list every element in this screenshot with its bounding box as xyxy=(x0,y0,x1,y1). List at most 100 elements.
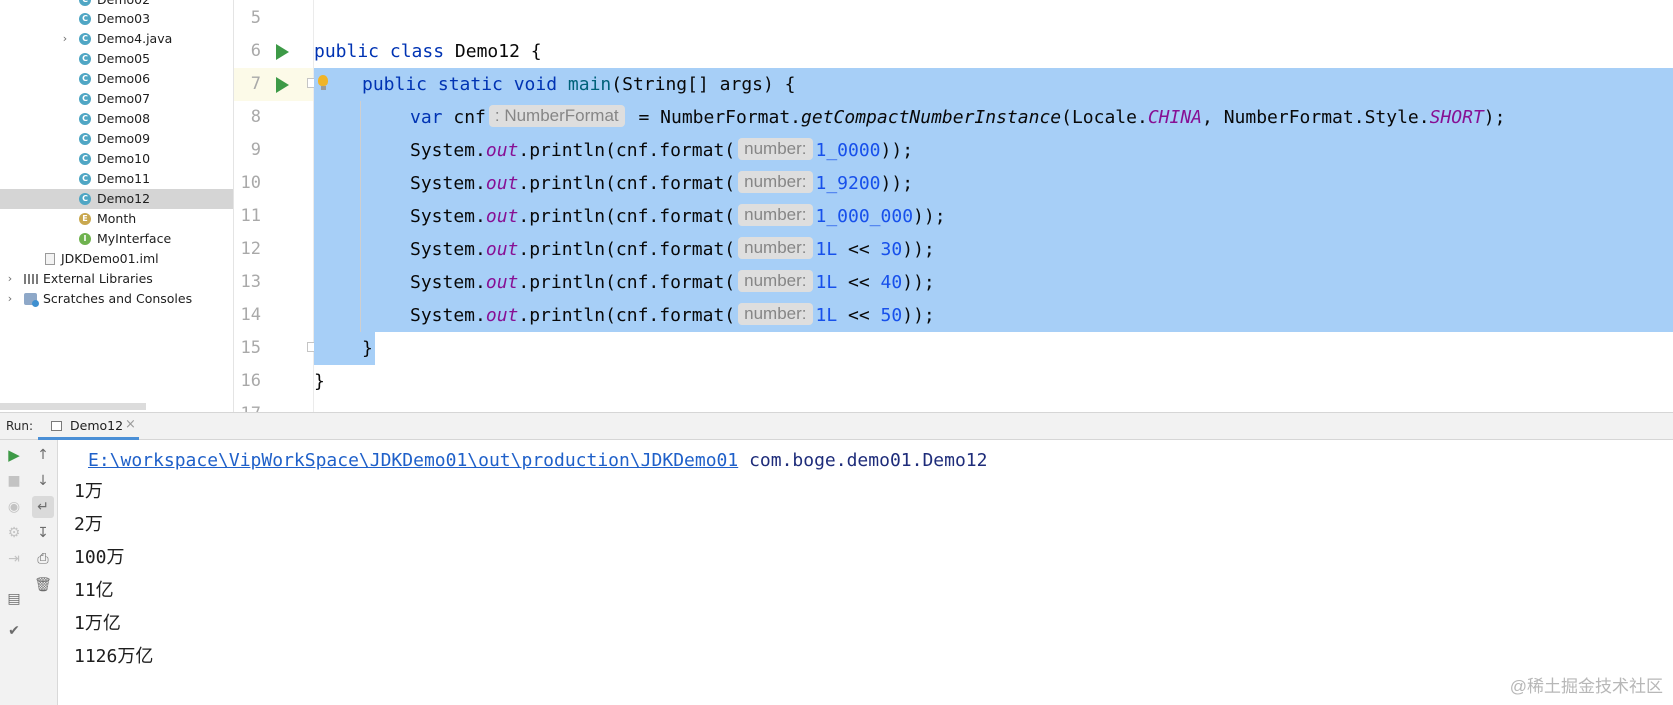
run-main-icon[interactable] xyxy=(276,77,289,93)
chevron-right-icon[interactable]: › xyxy=(4,289,16,309)
parameter-inlay-hint: number: xyxy=(738,270,813,292)
console-icon xyxy=(51,421,62,431)
console-output-line: 1万亿 xyxy=(74,613,121,634)
code-editor[interactable]: 5 6 7 8 9 10 11 12 13 14 15 16 17 public… xyxy=(234,0,1673,412)
interface-icon: I xyxy=(79,233,91,245)
keyword: public class xyxy=(314,41,445,62)
chevron-right-icon[interactable]: › xyxy=(59,29,71,49)
camera-icon[interactable]: ◉ xyxy=(3,496,25,518)
gutter-line: 6 xyxy=(234,35,313,68)
scroll-to-end-icon[interactable]: ↧ xyxy=(32,522,54,544)
keyword: var xyxy=(410,107,443,128)
code-line-6: public class Demo12 { xyxy=(314,35,542,68)
tree-item-label: MyInterface xyxy=(97,231,172,246)
class-icon: C xyxy=(79,73,91,85)
soft-wrap-icon[interactable]: ↵ xyxy=(32,496,54,518)
gutter-line: 16 xyxy=(234,365,313,398)
tree-item-demo10[interactable]: C Demo10 xyxy=(0,149,233,169)
print-call: .println(cnf.format( xyxy=(518,206,736,227)
exit-icon[interactable]: ⇥ xyxy=(3,548,25,570)
tree-item-external-libraries[interactable]: › External Libraries xyxy=(0,269,233,289)
gutter-line: 10 xyxy=(234,167,313,200)
number-literal: 50 xyxy=(880,305,903,326)
scratches-icon xyxy=(24,293,39,307)
console-output[interactable]: E:\workspace\VipWorkSpace\JDKDemo01\out\… xyxy=(58,440,1673,705)
indent-guide xyxy=(360,101,361,332)
trash-icon[interactable]: 🗑 xyxy=(32,574,54,596)
run-toolbar: ▶ ■ ◉ ⚙ ⇥ ▤ ✔ ↑ ↓ ↵ ↧ ⎙ 🗑 xyxy=(0,440,58,705)
code-area[interactable]: public class Demo12 { public static void… xyxy=(314,0,1673,412)
tree-item-demo07[interactable]: C Demo07 xyxy=(0,89,233,109)
line-number: 7 xyxy=(250,74,261,94)
pin-icon[interactable]: ✔ xyxy=(3,620,25,642)
code-line-7: public static void main(String[] args) { xyxy=(362,68,796,101)
arrow-down-icon[interactable]: ↓ xyxy=(32,470,54,492)
tree-item-label: External Libraries xyxy=(43,271,153,286)
class-icon: C xyxy=(79,193,91,205)
line-number: 6 xyxy=(250,41,261,61)
print-icon[interactable]: ⎙ xyxy=(32,548,54,570)
params: (String[] args) { xyxy=(611,74,796,95)
tree-item-demo4-java[interactable]: › C Demo4.java xyxy=(0,29,233,49)
tree-item-label: Demo03 xyxy=(97,11,151,26)
tree-horizontal-scrollbar[interactable] xyxy=(0,403,146,410)
console-output-line: 2万 xyxy=(74,514,103,535)
variable-name: cnf xyxy=(453,107,486,128)
tree-item-demo09[interactable]: C Demo09 xyxy=(0,129,233,149)
static-field: CHINA xyxy=(1147,107,1203,128)
tree-item-demo05[interactable]: C Demo05 xyxy=(0,49,233,69)
layout-icon[interactable]: ▤ xyxy=(3,588,25,610)
command-path-link[interactable]: E:\workspace\VipWorkSpace\JDKDemo01\out\… xyxy=(88,450,738,471)
code-line-11: System.out.println(cnf.format(number: 1_0… xyxy=(410,200,946,233)
gutter-line: 11 xyxy=(234,200,313,233)
code-line-16: } xyxy=(314,365,325,398)
statement-end: )); xyxy=(902,305,935,326)
code-line-10: System.out.println(cnf.format(number: 1_9… xyxy=(410,167,913,200)
keyword: public static void xyxy=(362,74,558,95)
run-class-icon[interactable] xyxy=(276,44,289,60)
command-class: com.boge.demo01.Demo12 xyxy=(749,450,988,471)
rerun-icon[interactable]: ▶ xyxy=(3,444,25,466)
settings-icon[interactable]: ⚙ xyxy=(3,522,25,544)
static-field: out xyxy=(485,305,519,326)
print-prefix: System. xyxy=(410,140,486,161)
tree-item-demo08[interactable]: C Demo08 xyxy=(0,109,233,129)
code-line-14: System.out.println(cnf.format(number: 1L … xyxy=(410,299,935,332)
tree-item-demo12[interactable]: C Demo12 xyxy=(0,189,233,209)
static-field: out xyxy=(485,272,519,293)
stop-icon[interactable]: ■ xyxy=(3,470,25,492)
gutter-line-current: 7 xyxy=(234,68,317,101)
lightbulb-icon[interactable] xyxy=(318,75,328,90)
method-name: main xyxy=(567,74,612,95)
tree-item-label: Demo06 xyxy=(97,71,151,86)
tree-item-label: Demo12 xyxy=(97,191,151,206)
line-number: 17 xyxy=(234,404,261,412)
chevron-right-icon[interactable]: › xyxy=(4,269,16,289)
brace: } xyxy=(362,338,373,359)
project-tree: C Demo02 C Demo03 › C Demo4.java C Demo0… xyxy=(0,0,234,412)
tree-item-scratches[interactable]: › Scratches and Consoles xyxy=(0,289,233,309)
tree-item-label: Scratches and Consoles xyxy=(43,291,193,306)
watermark: @稀土掘金技术社区 xyxy=(1509,677,1663,696)
tree-item-myinterface[interactable]: I MyInterface xyxy=(0,229,233,249)
number-literal: 1L xyxy=(815,305,838,326)
class-icon: C xyxy=(79,93,91,105)
parameter-inlay-hint: number: xyxy=(738,171,813,193)
close-icon[interactable]: × xyxy=(125,417,136,432)
line-number: 8 xyxy=(250,107,261,127)
line-number: 10 xyxy=(240,173,261,193)
code-line-8: var cnf: NumberFormat = NumberFormat.get… xyxy=(410,101,1505,134)
tree-item-iml-file[interactable]: JDKDemo01.iml xyxy=(0,249,233,269)
run-tab-demo12[interactable]: Demo12 × xyxy=(38,413,139,440)
run-panel-header: Run: Demo12 × xyxy=(0,412,1673,440)
tree-item-month[interactable]: E Month xyxy=(0,209,233,229)
tree-item-demo06[interactable]: C Demo06 xyxy=(0,69,233,89)
print-call: .println(cnf.format( xyxy=(518,173,736,194)
arrow-up-icon[interactable]: ↑ xyxy=(32,444,54,466)
shift-operator: << xyxy=(837,239,881,260)
brace: { xyxy=(530,41,542,62)
tree-item-label: Month xyxy=(97,211,137,226)
tree-item-demo11[interactable]: C Demo11 xyxy=(0,169,233,189)
tree-item-demo03[interactable]: C Demo03 xyxy=(0,9,233,29)
class-icon: C xyxy=(79,153,91,165)
